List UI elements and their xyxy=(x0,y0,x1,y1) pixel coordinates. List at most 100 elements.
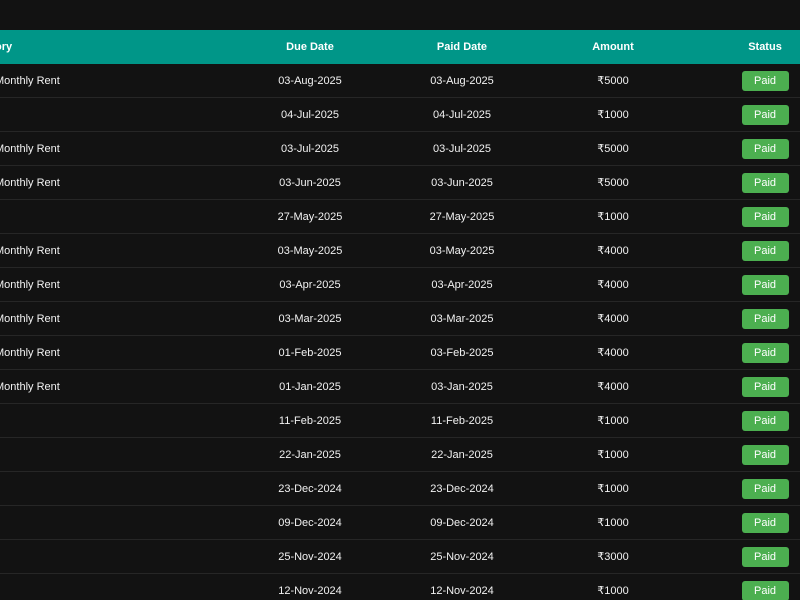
row-paid-date: 27-May-2025 xyxy=(429,210,495,223)
row-category-text: Monthly Rent xyxy=(0,244,60,257)
row-due-date: 03-Jul-2025 xyxy=(280,142,340,155)
row-status-cell: Paid xyxy=(712,438,800,471)
row-category: Monthly Rent xyxy=(0,64,177,97)
row-category: Monthly Rent xyxy=(0,234,177,267)
status-badge[interactable]: Paid xyxy=(741,546,789,567)
table-row[interactable]: 09-Dec-2024 09-Dec-2024 ₹1000 Paid xyxy=(0,506,800,540)
status-badge[interactable]: Paid xyxy=(741,138,789,159)
status-badge[interactable]: Paid xyxy=(741,376,789,397)
row-category xyxy=(0,200,177,233)
row-status-cell: Paid xyxy=(712,268,800,301)
header-amount[interactable]: Amount xyxy=(553,30,673,64)
row-amount: ₹4000 xyxy=(597,279,629,291)
row-paid-date: 12-Nov-2024 xyxy=(430,584,494,597)
status-badge[interactable]: Paid xyxy=(741,580,789,600)
table-row[interactable]: Monthly Rent 03-Apr-2025 03-Apr-2025 ₹4000 P… xyxy=(0,268,800,302)
row-paid-date: 03-Jun-2025 xyxy=(431,176,493,189)
row-paid-date: 03-May-2025 xyxy=(429,244,495,257)
row-amount: ₹1000 xyxy=(597,415,629,427)
table-row[interactable]: 22-Jan-2025 22-Jan-2025 ₹1000 Paid xyxy=(0,438,800,472)
row-due-date: 03-Apr-2025 xyxy=(279,278,341,291)
row-category: Monthly Rent xyxy=(0,166,177,199)
status-badge[interactable]: Paid xyxy=(741,410,789,431)
row-category: Monthly Rent xyxy=(0,336,177,369)
row-category-text: Monthly Rent xyxy=(0,176,60,189)
table-row[interactable]: Monthly Rent 03-Mar-2025 03-Mar-2025 ₹4000 P… xyxy=(0,302,800,336)
header-paid-date[interactable]: Paid Date xyxy=(402,30,522,64)
table-row[interactable]: 12-Nov-2024 12-Nov-2024 ₹1000 Paid xyxy=(0,574,800,600)
row-due-date: 22-Jan-2025 xyxy=(279,448,341,461)
row-amount: ₹5000 xyxy=(597,143,629,155)
row-paid-date: 23-Dec-2024 xyxy=(430,482,494,495)
table-row[interactable]: Monthly Rent 03-May-2025 03-May-2025 ₹4000 P… xyxy=(0,234,800,268)
row-category xyxy=(0,506,177,539)
row-amount: ₹4000 xyxy=(597,245,629,257)
status-badge[interactable]: Paid xyxy=(741,444,789,465)
row-category xyxy=(0,404,177,437)
row-paid-date: 03-Jul-2025 xyxy=(432,142,492,155)
row-category xyxy=(0,574,177,600)
table-row[interactable]: Monthly Rent 01-Feb-2025 03-Feb-2025 ₹4000 P… xyxy=(0,336,800,370)
row-paid-date: 03-Mar-2025 xyxy=(430,312,494,325)
row-due-date: 23-Dec-2024 xyxy=(278,482,342,495)
row-amount: ₹4000 xyxy=(597,381,629,393)
row-amount: ₹4000 xyxy=(597,347,629,359)
row-due-date: 03-Aug-2025 xyxy=(278,74,342,87)
status-badge[interactable]: Paid xyxy=(741,172,789,193)
top-bar xyxy=(0,0,800,30)
row-due-date: 25-Nov-2024 xyxy=(278,550,342,563)
status-badge[interactable]: Paid xyxy=(741,478,789,499)
table-row[interactable]: Monthly Rent 01-Jan-2025 03-Jan-2025 ₹4000 P… xyxy=(0,370,800,404)
table-row[interactable]: Monthly Rent 03-Aug-2025 03-Aug-2025 ₹5000 P… xyxy=(0,64,800,98)
row-status-cell: Paid xyxy=(712,370,800,403)
header-due-date[interactable]: Due Date xyxy=(250,30,370,64)
row-due-date: 27-May-2025 xyxy=(277,210,343,223)
status-badge[interactable]: Paid xyxy=(741,70,789,91)
row-paid-date: 03-Jan-2025 xyxy=(431,380,493,393)
status-badge[interactable]: Paid xyxy=(741,274,789,295)
row-status-cell: Paid xyxy=(712,574,800,600)
row-due-date: 03-May-2025 xyxy=(277,244,343,257)
row-paid-date: 11-Feb-2025 xyxy=(430,414,494,427)
row-status-cell: Paid xyxy=(712,404,800,437)
row-status-cell: Paid xyxy=(712,200,800,233)
status-badge[interactable]: Paid xyxy=(741,342,789,363)
row-paid-date: 22-Jan-2025 xyxy=(431,448,493,461)
status-badge[interactable]: Paid xyxy=(741,308,789,329)
row-amount: ₹1000 xyxy=(597,517,629,529)
table-row[interactable]: 25-Nov-2024 25-Nov-2024 ₹3000 Paid xyxy=(0,540,800,574)
table-row[interactable]: 04-Jul-2025 04-Jul-2025 ₹1000 Paid xyxy=(0,98,800,132)
row-status-cell: Paid xyxy=(712,98,800,131)
row-amount: ₹1000 xyxy=(597,109,629,121)
status-badge[interactable]: Paid xyxy=(741,512,789,533)
row-category-text: Monthly Rent xyxy=(0,380,60,393)
table-row[interactable]: Monthly Rent 03-Jun-2025 03-Jun-2025 ₹5000 P… xyxy=(0,166,800,200)
row-status-cell: Paid xyxy=(712,540,800,573)
status-badge[interactable]: Paid xyxy=(741,206,789,227)
table-row[interactable]: Monthly Rent 03-Jul-2025 03-Jul-2025 ₹5000 P… xyxy=(0,132,800,166)
row-amount: ₹3000 xyxy=(597,551,629,563)
row-due-date: 01-Feb-2025 xyxy=(278,346,342,359)
row-amount: ₹5000 xyxy=(597,177,629,189)
header-category[interactable]: ory xyxy=(0,30,177,64)
row-category xyxy=(0,98,177,131)
header-status[interactable]: Status xyxy=(712,30,800,64)
row-category xyxy=(0,438,177,471)
table-header: ory Due Date Paid Date Amount Status xyxy=(0,30,800,64)
row-status-cell: Paid xyxy=(712,234,800,267)
table-row[interactable]: 27-May-2025 27-May-2025 ₹1000 Paid xyxy=(0,200,800,234)
row-amount: ₹1000 xyxy=(597,483,629,495)
row-due-date: 03-Jun-2025 xyxy=(279,176,341,189)
table-body: Monthly Rent 03-Aug-2025 03-Aug-2025 ₹5000 P… xyxy=(0,64,800,600)
table-row[interactable]: 23-Dec-2024 23-Dec-2024 ₹1000 Paid xyxy=(0,472,800,506)
row-paid-date: 03-Feb-2025 xyxy=(430,346,494,359)
row-amount: ₹1000 xyxy=(597,211,629,223)
row-status-cell: Paid xyxy=(712,132,800,165)
status-badge[interactable]: Paid xyxy=(741,104,789,125)
row-category: Monthly Rent xyxy=(0,370,177,403)
status-badge[interactable]: Paid xyxy=(741,240,789,261)
row-due-date: 01-Jan-2025 xyxy=(279,380,341,393)
row-category-text: Monthly Rent xyxy=(0,346,60,359)
table-row[interactable]: 11-Feb-2025 11-Feb-2025 ₹1000 Paid xyxy=(0,404,800,438)
row-paid-date: 03-Aug-2025 xyxy=(430,74,494,87)
